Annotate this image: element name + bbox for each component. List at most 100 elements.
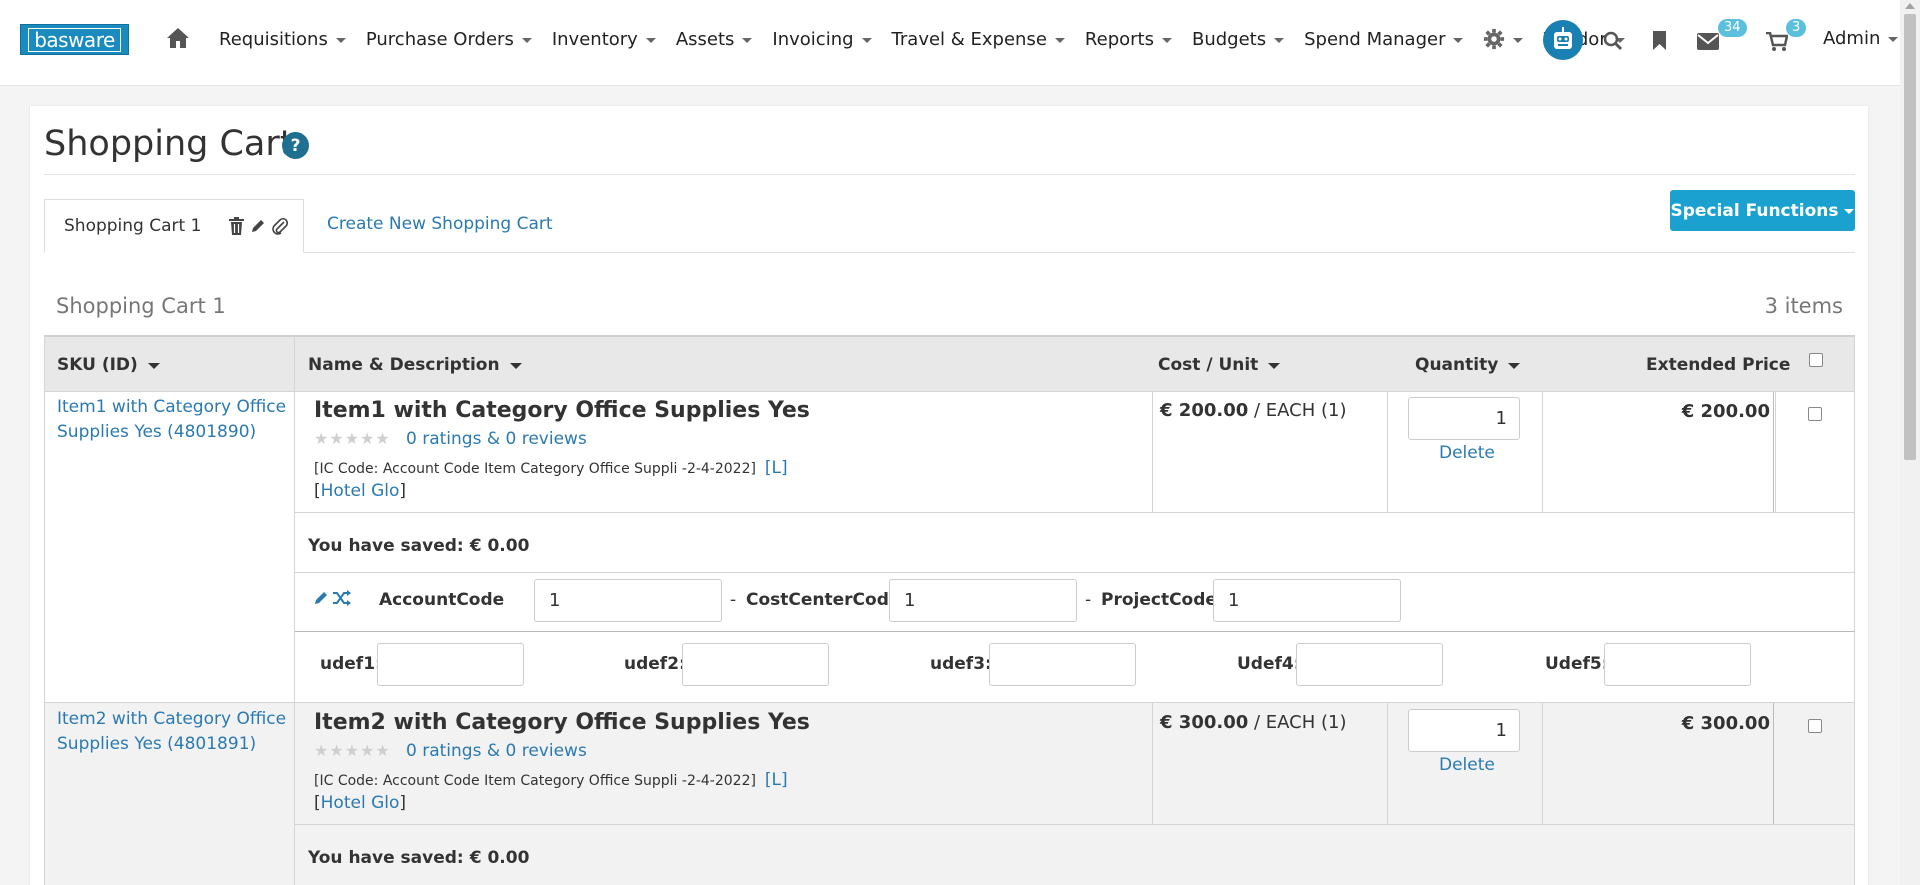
nav-invoicing[interactable]: Invoicing: [772, 29, 872, 50]
nav-purchase-orders[interactable]: Purchase Orders: [366, 29, 532, 50]
row-checkbox[interactable]: [1808, 719, 1822, 733]
nav-label: Reports: [1084, 28, 1154, 50]
ratings-link[interactable]: 0 ratings & 0 reviews: [406, 741, 587, 761]
saved-amount: You have saved: € 0.00: [308, 536, 529, 556]
nav-budgets[interactable]: Budgets: [1192, 29, 1285, 50]
header-label: Extended Price: [1646, 354, 1791, 375]
bookmark-icon[interactable]: [1652, 30, 1667, 51]
nav-inventory[interactable]: Inventory: [552, 29, 656, 50]
rating-stars[interactable]: ★ ★ ★ ★ ★: [314, 431, 390, 447]
delete-link[interactable]: Delete: [1439, 755, 1495, 775]
nav-assets[interactable]: Assets: [676, 29, 753, 50]
chevron-down-icon: [1054, 37, 1065, 43]
sort-icon: [509, 362, 522, 369]
column-divider: [1152, 392, 1153, 512]
ratings-link[interactable]: 0 ratings & 0 reviews: [406, 429, 587, 449]
column-divider: [1387, 392, 1388, 512]
search-icon[interactable]: [1603, 31, 1623, 51]
trash-icon[interactable]: [229, 217, 245, 235]
special-functions-label: Special Functions: [1670, 200, 1839, 221]
column-header-quantity[interactable]: Quantity: [1415, 337, 1521, 392]
price-value: € 200.00: [1160, 400, 1249, 421]
tab-label: Shopping Cart 1: [64, 216, 202, 236]
assistant-bot-icon[interactable]: [1543, 20, 1583, 60]
gear-icon: [1484, 28, 1505, 50]
udef1-input[interactable]: [377, 643, 524, 686]
create-new-cart-link[interactable]: Create New Shopping Cart: [327, 214, 553, 234]
pencil-icon[interactable]: [313, 590, 329, 606]
chevron-down-icon: [1888, 37, 1899, 42]
account-code-input[interactable]: 1: [534, 579, 722, 622]
tab-shopping-cart-1[interactable]: Shopping Cart 1: [44, 199, 304, 253]
cost-center-label: CostCenterCode: [746, 590, 901, 610]
column-header-sku[interactable]: SKU (ID): [57, 337, 160, 392]
nav-reports[interactable]: Reports: [1085, 29, 1172, 50]
ic-link[interactable]: L: [772, 458, 781, 478]
column-header-cost[interactable]: Cost / Unit: [1158, 337, 1281, 392]
tabs-divider: [44, 252, 1855, 253]
messages-count-badge: 34: [1718, 19, 1747, 37]
basware-logo[interactable]: basware: [20, 24, 129, 55]
sku-link-item1[interactable]: Item1 with Category Office Supplies Yes (…: [57, 395, 287, 445]
ic-link[interactable]: L: [772, 770, 781, 790]
nav-label: Travel & Expense: [891, 28, 1047, 50]
column-divider: [1773, 703, 1774, 825]
account-code-label: AccountCode: [379, 590, 505, 610]
column-header-name[interactable]: Name & Description: [308, 337, 522, 392]
paperclip-icon[interactable]: [272, 217, 289, 235]
hotel-link[interactable]: Hotel Glo: [321, 793, 400, 813]
envelope-icon[interactable]: [1697, 33, 1719, 50]
project-code-input[interactable]: 1: [1213, 579, 1401, 622]
star-icon: ★: [375, 429, 390, 448]
scrollbar-thumb[interactable]: [1904, 14, 1916, 460]
chevron-down-icon: [1453, 37, 1464, 43]
nav-label: Spend Manager: [1304, 28, 1446, 50]
sort-icon: [1508, 362, 1521, 369]
help-icon[interactable]: ?: [282, 132, 309, 159]
chevron-down-icon: [521, 37, 532, 43]
chevron-down-icon: [1274, 37, 1285, 43]
saved-label: You have saved:: [308, 536, 464, 556]
delete-link[interactable]: Delete: [1439, 443, 1495, 463]
saved-amount: You have saved: € 0.00: [308, 848, 529, 868]
select-all-checkbox[interactable]: [1809, 353, 1823, 367]
rating-stars[interactable]: ★ ★ ★ ★ ★: [314, 743, 390, 759]
chevron-down-icon: [335, 37, 346, 43]
special-functions-button[interactable]: Special Functions: [1670, 190, 1855, 231]
row-checkbox[interactable]: [1808, 407, 1822, 421]
nav-label: Purchase Orders: [365, 28, 514, 50]
udef3-label: udef3:: [930, 654, 992, 674]
hotel-link[interactable]: Hotel Glo: [321, 481, 400, 501]
column-divider: [294, 703, 295, 885]
nav-requisitions[interactable]: Requisitions: [219, 29, 346, 50]
chevron-down-icon: [1513, 37, 1524, 43]
nav-travel-expense[interactable]: Travel & Expense: [892, 29, 1065, 50]
shuffle-icon[interactable]: [332, 590, 352, 606]
chevron-down-icon: [1161, 37, 1172, 43]
udef2-input[interactable]: [682, 643, 829, 686]
cost-center-input[interactable]: 1: [889, 579, 1077, 622]
column-divider: [1152, 703, 1153, 825]
unit-cost: € 300.00 / EACH (1): [1160, 712, 1347, 733]
settings-menu[interactable]: [1483, 28, 1524, 50]
star-icon: ★: [360, 429, 375, 448]
saved-label: You have saved:: [308, 848, 464, 868]
chevron-down-icon: [861, 37, 872, 43]
star-icon: ★: [344, 429, 360, 448]
udef1-label: udef1:: [320, 654, 382, 674]
udef4-input[interactable]: [1296, 643, 1443, 686]
home-icon[interactable]: [166, 27, 190, 49]
pencil-icon[interactable]: [250, 218, 266, 234]
quantity-input[interactable]: 1: [1408, 397, 1520, 440]
cart-icon[interactable]: [1766, 32, 1788, 51]
udef3-input[interactable]: [989, 643, 1136, 686]
udef5-input[interactable]: [1604, 643, 1751, 686]
nav-spend-manager[interactable]: Spend Manager: [1304, 28, 1464, 50]
ic-code: [IC Code: Account Code Item Category Off…: [314, 770, 788, 790]
scroll-up-icon[interactable]: [1905, 3, 1915, 9]
udef4-label: Udef4:: [1237, 654, 1301, 674]
sku-link-item2[interactable]: Item2 with Category Office Supplies Yes (…: [57, 707, 287, 757]
user-menu[interactable]: Admin: [1823, 28, 1899, 49]
quantity-input[interactable]: 1: [1408, 709, 1520, 752]
page-title: Shopping Cart: [44, 124, 294, 164]
